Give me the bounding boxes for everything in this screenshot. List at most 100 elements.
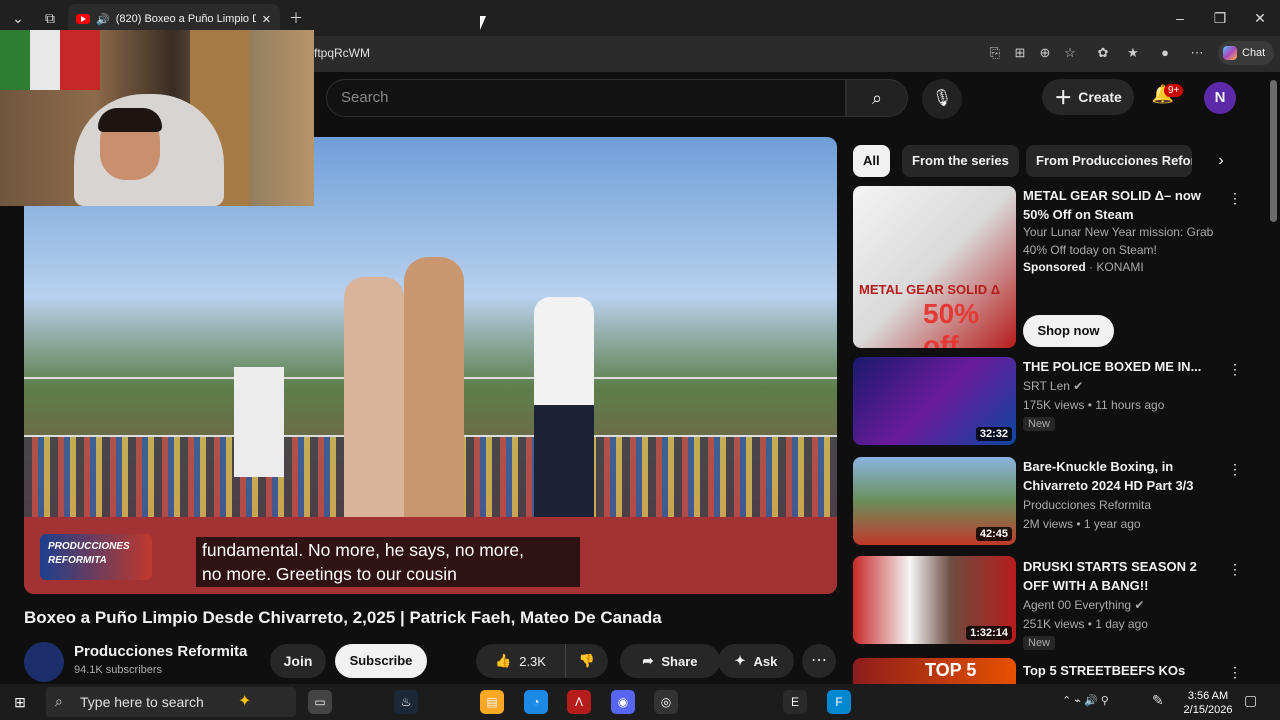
apps-icon[interactable]: ⊞	[1011, 44, 1029, 62]
ask-button[interactable]: ✦ Ask	[718, 644, 794, 678]
like-button[interactable]: 👍 2.3K	[476, 644, 566, 678]
channel-label: Agent 00 Everything	[1023, 598, 1132, 612]
rec-menu-icon[interactable]: ⋮	[1228, 559, 1242, 579]
more-actions-button[interactable]: ⋯	[802, 644, 836, 678]
fighter-figure	[404, 257, 464, 537]
video-thumbnail[interactable]: 42:45	[853, 457, 1016, 545]
scrollbar-thumb[interactable]	[1270, 80, 1277, 222]
new-badge: New	[1023, 417, 1056, 431]
like-count: 2.3K	[519, 653, 546, 669]
video-thumbnail[interactable]: TOP 5	[853, 658, 1016, 684]
minimize-button[interactable]: –	[1170, 8, 1190, 28]
ad-thumbnail-title: METAL GEAR SOLID Δ	[859, 282, 1001, 297]
caption-line: no more. Greetings to our cousin	[202, 564, 457, 584]
edge-icon[interactable]: ◔	[524, 690, 548, 714]
video-thumbnail[interactable]: 1:32:14	[853, 556, 1016, 644]
voice-search-button[interactable]: 🎙	[922, 79, 962, 119]
join-button[interactable]: Join	[270, 644, 326, 678]
chip-from-the-series[interactable]: From the series	[902, 145, 1019, 177]
profile-icon[interactable]: ●	[1156, 44, 1174, 62]
subscribe-button[interactable]: Subscribe	[335, 644, 427, 678]
file-explorer-icon[interactable]: ▤	[480, 690, 504, 714]
translate-icon[interactable]: ⎘	[986, 44, 1004, 62]
rec-meta: 175K views • 11 hours ago	[1023, 398, 1165, 412]
task-view-icon[interactable]: ▭	[308, 690, 332, 714]
steam-icon[interactable]: ♨	[394, 690, 418, 714]
sponsored-label: Sponsored · KONAMI	[1023, 258, 1144, 276]
sparkle-icon: ✦	[734, 653, 746, 668]
channel-avatar[interactable]	[24, 642, 64, 682]
shop-now-button[interactable]: Shop now	[1023, 315, 1114, 347]
rec-channel[interactable]: SRT Len ✔	[1023, 377, 1083, 395]
search-icon: ⌕	[55, 693, 63, 709]
create-button[interactable]: ＋ Create	[1042, 79, 1134, 115]
flag-stripe	[0, 30, 30, 90]
taskbar-search-input[interactable]: Type here to search	[46, 687, 296, 717]
caption-line: fundamental. No more, he says, no more,	[202, 540, 524, 560]
rec-menu-icon[interactable]: ⋮	[1228, 662, 1242, 682]
settings-more-icon[interactable]: ⋯	[1188, 44, 1206, 62]
verified-icon: ✔	[1073, 379, 1084, 393]
copilot-chat-button[interactable]: Chat	[1218, 41, 1274, 65]
search-button[interactable]: ⌕	[846, 79, 908, 117]
ad-thumbnail[interactable]: METAL GEAR SOLID Δ 50% off	[853, 186, 1016, 348]
rec-title[interactable]: Top 5 STREETBEEFS KOs	[1023, 661, 1219, 680]
mic-icon: 🎙	[931, 90, 953, 107]
system-tray-icons[interactable]: ⌃ ⌁ 🔊 ⚲	[1062, 694, 1109, 707]
rec-menu-icon[interactable]: ⋮	[1228, 459, 1242, 479]
maximize-button[interactable]: ❐	[1210, 8, 1230, 28]
tab-close-icon[interactable]: ✕	[262, 13, 271, 26]
ask-label: Ask	[753, 653, 778, 669]
extensions-icon[interactable]: ✿	[1094, 44, 1112, 62]
chip-from-channel[interactable]: From Producciones Reformita	[1026, 145, 1192, 177]
app-icon[interactable]: F	[827, 690, 851, 714]
thumbnail-text: TOP 5	[925, 660, 977, 680]
rec-menu-icon[interactable]: ⋮	[1228, 188, 1242, 208]
rec-title[interactable]: Bare-Knuckle Boxing, in Chivarreto 2024 …	[1023, 457, 1219, 495]
app-icon[interactable]: Λ	[567, 690, 591, 714]
workspaces-icon[interactable]: ⧉	[40, 8, 60, 28]
create-label: Create	[1078, 89, 1122, 105]
windows-start-icon[interactable]: ⊞	[10, 692, 30, 712]
video-thumbnail[interactable]: 32:32	[853, 357, 1016, 445]
pen-icon[interactable]: ✎	[1152, 692, 1164, 709]
share-button[interactable]: ➦ Share	[620, 644, 720, 678]
channel-label: SRT Len	[1023, 379, 1070, 393]
channel-watermark-logo: PRODUCCIONES REFORMITA	[40, 534, 152, 580]
video-title: Boxeo a Puño Limpio Desde Chivarreto, 2,…	[24, 608, 662, 627]
chip-all[interactable]: All	[853, 145, 890, 177]
rec-title[interactable]: METAL GEAR SOLID Δ– now 50% Off on Steam	[1023, 186, 1219, 224]
favorites-icon[interactable]: ★	[1124, 44, 1142, 62]
rec-title[interactable]: DRUSKI STARTS SEASON 2 OFF WITH A BANG!!	[1023, 557, 1219, 595]
epic-games-icon[interactable]: E	[783, 690, 807, 714]
zoom-icon[interactable]: ⊕	[1036, 44, 1054, 62]
new-badge: New	[1023, 636, 1056, 650]
rec-channel[interactable]: Producciones Reformita	[1023, 496, 1151, 514]
rec-channel[interactable]: Agent 00 Everything ✔	[1023, 596, 1144, 614]
new-tab-button[interactable]: ＋	[286, 8, 306, 28]
tab-actions-icon[interactable]: ⌄	[8, 8, 28, 28]
video-duration: 32:32	[975, 427, 1012, 441]
notification-count-badge: 9+	[1164, 84, 1184, 97]
rec-menu-icon[interactable]: ⋮	[1228, 359, 1242, 379]
app-icon[interactable]: ◎	[654, 690, 678, 714]
share-icon: ➦	[642, 653, 654, 668]
taskbar-clock[interactable]: 3:56 AM 2/15/2026	[1182, 689, 1234, 717]
speaker-icon[interactable]: 🔊	[96, 13, 110, 26]
like-dislike-group: 👍 2.3K 👎	[476, 644, 608, 678]
favorite-star-icon[interactable]: ☆	[1061, 44, 1079, 62]
rec-title[interactable]: THE POLICE BOXED ME IN...	[1023, 357, 1219, 376]
thumbs-down-icon: 👎	[578, 653, 596, 668]
discord-icon[interactable]: ◉	[611, 690, 635, 714]
account-avatar[interactable]: N	[1204, 82, 1236, 114]
dislike-button[interactable]: 👎	[566, 653, 608, 669]
notification-center-icon[interactable]: ▢	[1244, 692, 1257, 709]
video-duration: 42:45	[975, 527, 1012, 541]
webcam-overlay	[0, 30, 314, 206]
url-text[interactable]: ftpqRcWM	[314, 46, 370, 60]
search-input[interactable]: Search	[326, 79, 846, 117]
close-window-button[interactable]: ✕	[1250, 8, 1270, 28]
chevron-right-icon[interactable]: ›	[1208, 148, 1234, 174]
channel-name[interactable]: Producciones Reformita	[74, 643, 247, 660]
advertiser-name: KONAMI	[1096, 260, 1144, 274]
